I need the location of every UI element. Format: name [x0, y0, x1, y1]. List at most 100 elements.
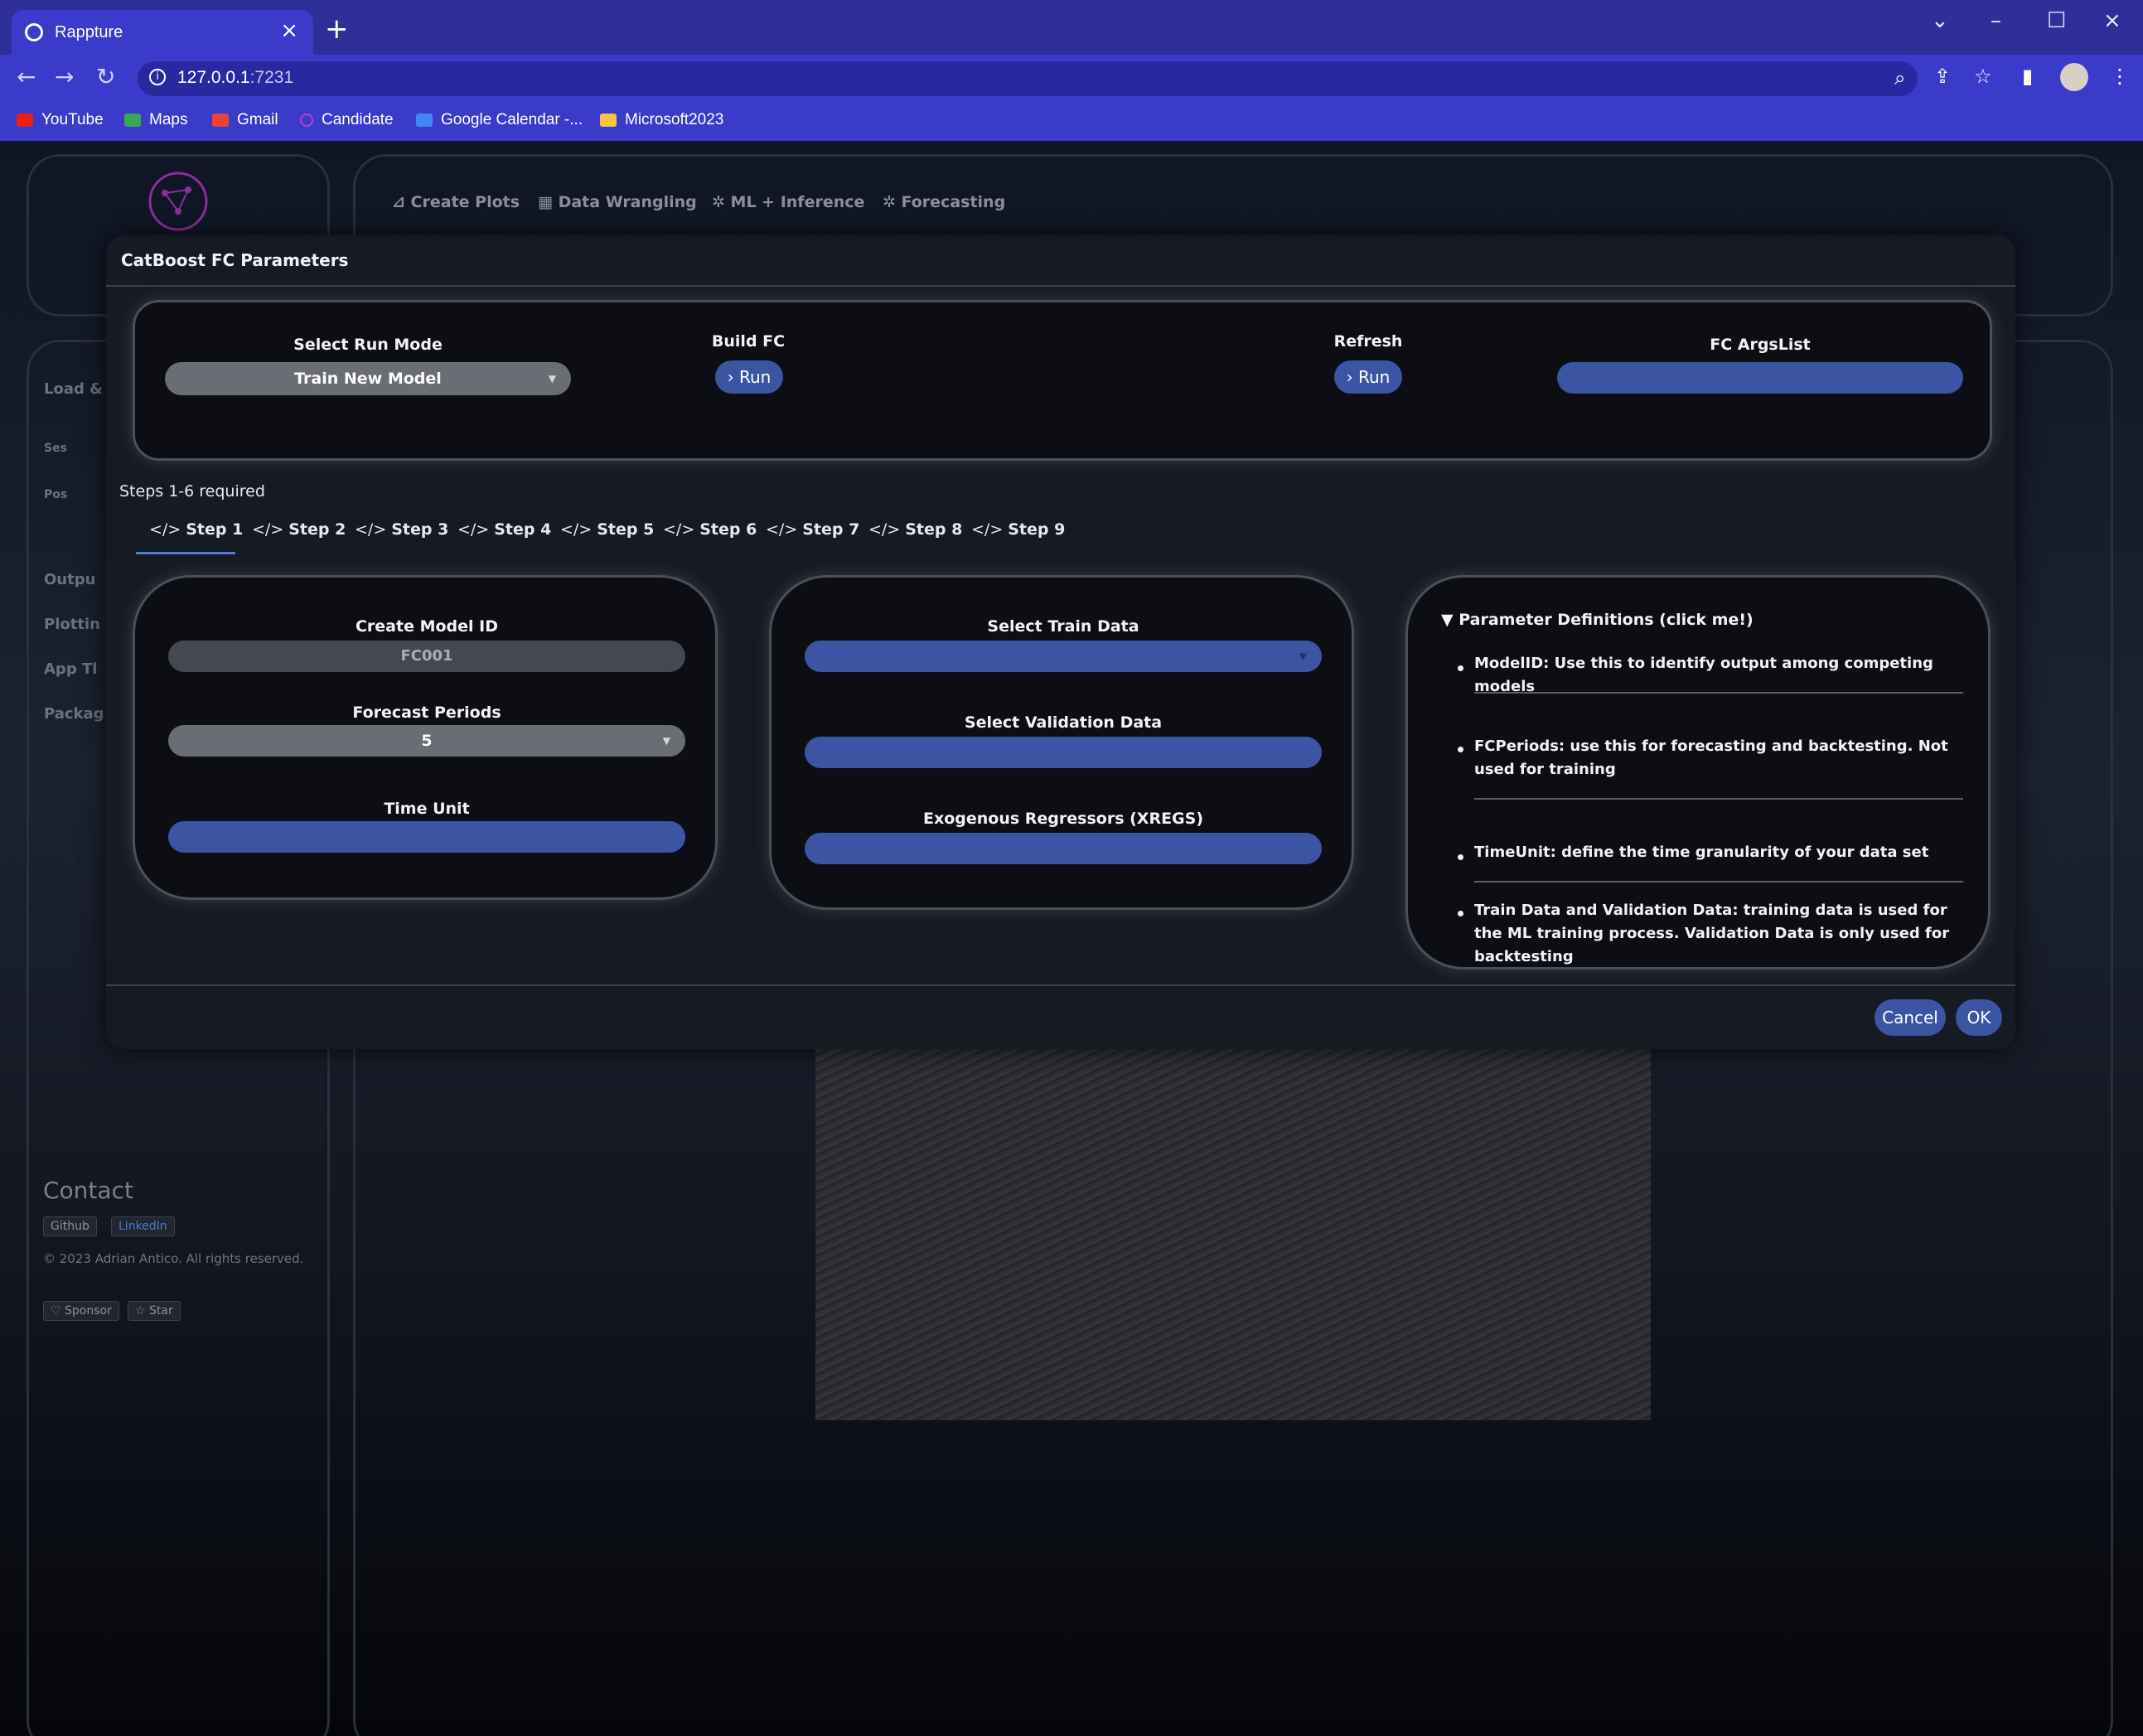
background-artwork-image	[815, 1049, 1651, 1420]
reload-icon[interactable]: ↻	[96, 63, 115, 90]
site-info-icon[interactable]: i	[149, 69, 166, 85]
back-icon[interactable]: ←	[17, 63, 36, 90]
build-fc-label: Build FC	[711, 332, 786, 351]
bookmark-google-calendar[interactable]: Google Calendar -...	[416, 111, 583, 129]
sidebar-item-app[interactable]: App Tl	[44, 660, 97, 678]
code-icon: </>	[252, 520, 284, 539]
definition-time-unit: TimeUnit: define the time granularity of…	[1474, 844, 1929, 861]
ok-button[interactable]: OK	[1956, 999, 2002, 1036]
address-bar[interactable]: i 127.0.0.1:7231 ⌕	[138, 61, 1918, 96]
forecast-periods-label: Forecast Periods	[352, 704, 501, 722]
bookmark-star-icon[interactable]: ☆	[1974, 65, 1992, 88]
forecast-periods-select[interactable]: 5 ▼	[168, 725, 685, 757]
new-tab-icon[interactable]: +	[325, 15, 349, 43]
tab-forecasting[interactable]: ✲ Forecasting	[883, 193, 1005, 211]
tab-close-icon[interactable]: ×	[280, 18, 298, 43]
tab-step-1[interactable]: </> Step 1	[149, 520, 243, 539]
browser-toolbar: ← → ↻ i 127.0.0.1:7231 ⌕ ⇪ ☆ ▮ ⋮	[0, 55, 2143, 103]
globe-icon	[25, 23, 43, 41]
run-mode-select[interactable]: Train New Model ▼	[165, 362, 571, 395]
maximize-icon[interactable]: ☐	[2047, 8, 2066, 33]
train-data-select[interactable]: ▼	[805, 641, 1322, 672]
code-icon: </>	[663, 520, 695, 539]
validation-data-select[interactable]	[805, 737, 1322, 768]
forward-icon[interactable]: →	[55, 63, 74, 90]
tab-step-4[interactable]: </> Step 4	[457, 520, 551, 539]
refresh-label: Refresh	[1333, 332, 1403, 351]
bookmark-maps[interactable]: Maps	[124, 111, 187, 129]
calendar-icon	[416, 114, 433, 127]
linkedin-link[interactable]: LinkedIn	[111, 1216, 175, 1236]
tab-data-wrangling[interactable]: ▦ Data Wrangling	[538, 193, 697, 211]
validation-data-label: Select Validation Data	[964, 713, 1163, 732]
candidate-icon	[300, 114, 313, 127]
bookmarks-bar: YouTube Maps Gmail Candidate Google Cale…	[0, 103, 2143, 141]
minimize-icon[interactable]: –	[1991, 8, 2001, 33]
chevron-down-icon: ▼	[1299, 650, 1307, 662]
github-link[interactable]: Github	[43, 1216, 97, 1236]
tab-step-3[interactable]: </> Step 3	[355, 520, 448, 539]
url-text: 127.0.0.1:7231	[177, 68, 294, 87]
model-id-input[interactable]: FC001	[168, 641, 685, 672]
code-icon: </>	[149, 520, 181, 539]
refresh-run-button[interactable]: › Run	[1334, 360, 1402, 394]
bullet-icon	[1458, 665, 1463, 671]
profile-avatar[interactable]	[2060, 63, 2088, 91]
sidebar-item-pos[interactable]: Pos	[44, 488, 67, 501]
bookmark-microsoft2023[interactable]: Microsoft2023	[600, 111, 723, 129]
window-close-icon[interactable]: ×	[2103, 8, 2121, 33]
catboost-fc-modal: CatBoost FC Parameters Select Run Mode T…	[106, 235, 2015, 1049]
model-settings-card: Create Model ID FC001 Forecast Periods 5…	[133, 575, 718, 900]
cancel-button[interactable]: Cancel	[1875, 999, 1946, 1036]
sidebar-item-packages[interactable]: Packag	[44, 705, 104, 723]
definition-divider	[1474, 692, 1963, 694]
bookmark-youtube[interactable]: YouTube	[17, 111, 104, 129]
browser-tab[interactable]: Rappture ×	[12, 10, 313, 58]
sidebar-item-plotting[interactable]: Plottin	[44, 616, 100, 633]
bullet-icon	[1458, 854, 1463, 860]
bookmark-candidate[interactable]: Candidate	[300, 111, 394, 129]
tab-search-icon[interactable]: ⌄	[1931, 8, 1949, 33]
tab-step-6[interactable]: </> Step 6	[663, 520, 757, 539]
build-fc-run-button[interactable]: › Run	[715, 360, 783, 394]
train-data-label: Select Train Data	[987, 617, 1139, 636]
tab-step-7[interactable]: </> Step 7	[766, 520, 859, 539]
share-icon[interactable]: ⇪	[1934, 65, 1951, 88]
run-controls-panel: Select Run Mode Train New Model ▼ Build …	[133, 300, 1992, 461]
sidebar-item-session[interactable]: Ses	[44, 442, 67, 455]
time-unit-label: Time Unit	[384, 800, 470, 818]
bullet-icon	[1458, 747, 1463, 752]
parameter-definitions-card: ▼ Parameter Definitions (click me!) Mode…	[1405, 575, 1991, 970]
tab-step-9[interactable]: </> Step 9	[971, 520, 1065, 539]
tab-create-plots[interactable]: ⊿ Create Plots	[392, 193, 520, 211]
definition-divider	[1474, 798, 1963, 800]
contact-heading: Contact	[43, 1177, 133, 1204]
code-icon: </>	[971, 520, 1004, 539]
sponsor-button[interactable]: ♡ Sponsor	[43, 1301, 119, 1321]
bookmark-gmail[interactable]: Gmail	[212, 111, 278, 129]
maps-icon	[124, 114, 141, 127]
xregs-label: Exogenous Regressors (XREGS)	[922, 810, 1204, 828]
xregs-select[interactable]	[805, 833, 1322, 864]
tab-ml-inference[interactable]: ✲ ML + Inference	[712, 193, 864, 211]
steps-required-note: Steps 1-6 required	[119, 482, 265, 500]
fc-argslist-field[interactable]	[1557, 362, 1963, 394]
time-unit-select[interactable]	[168, 821, 685, 853]
tab-step-8[interactable]: </> Step 8	[868, 520, 962, 539]
star-button[interactable]: ☆ Star	[128, 1301, 181, 1321]
definitions-toggle[interactable]: ▼ Parameter Definitions (click me!)	[1441, 611, 1754, 629]
code-icon: </>	[868, 520, 901, 539]
code-icon: </>	[457, 520, 490, 539]
tab-step-5[interactable]: </> Step 5	[560, 520, 654, 539]
sidebar-item-load[interactable]: Load &	[44, 380, 103, 398]
modal-footer-divider	[106, 984, 2015, 986]
code-icon: </>	[766, 520, 798, 539]
menu-kebab-icon[interactable]: ⋮	[2110, 65, 2130, 88]
zoom-icon[interactable]: ⌕	[1894, 66, 1905, 89]
folder-icon	[600, 114, 617, 127]
sidebar-item-output[interactable]: Outpu	[44, 571, 95, 588]
browser-title-bar: Rappture × + ⌄ – ☐ ×	[0, 0, 2143, 58]
tab-step-2[interactable]: </> Step 2	[252, 520, 346, 539]
data-selection-card: Select Train Data ▼ Select Validation Da…	[769, 575, 1354, 910]
side-panel-icon[interactable]: ▮	[2022, 65, 2033, 88]
